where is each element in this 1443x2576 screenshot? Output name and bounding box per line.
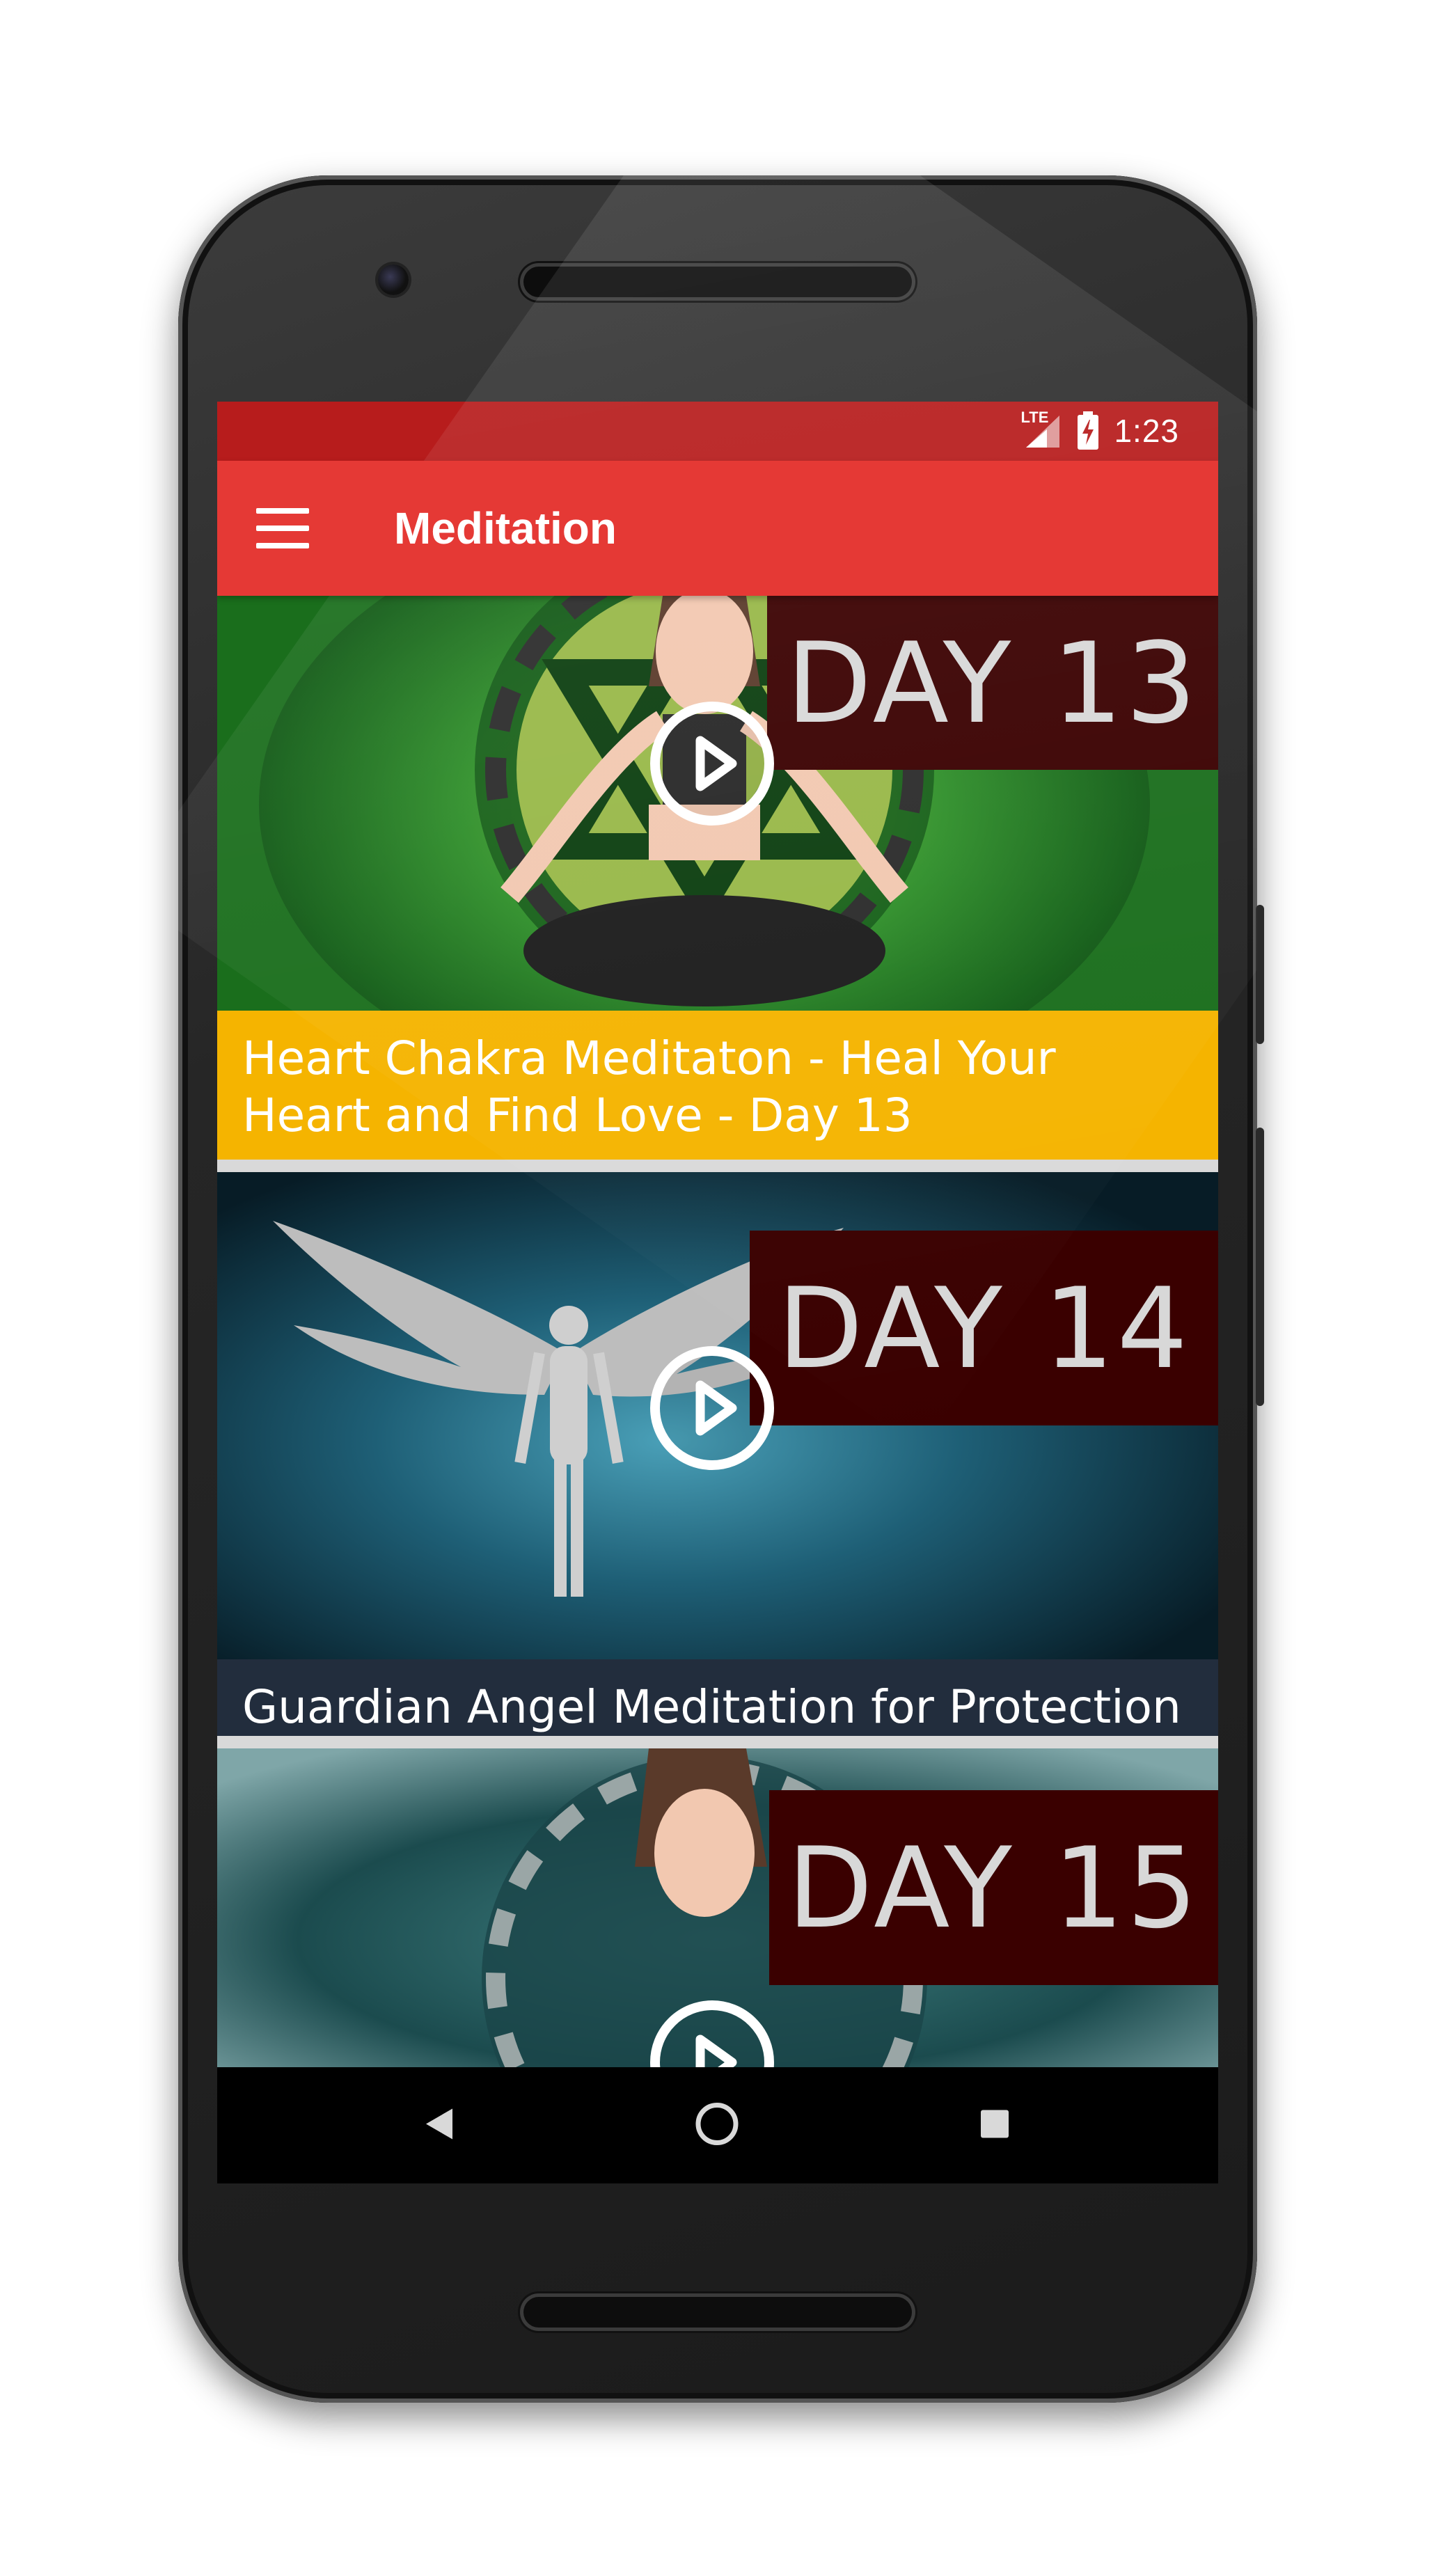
status-bar: LTE 1:23 bbox=[217, 402, 1218, 461]
status-icons: LTE 1:23 bbox=[1020, 409, 1179, 450]
volume-button bbox=[1256, 1128, 1264, 1406]
video-card-day-14[interactable]: DAY 14 Guardian Angel Meditation for Pro… bbox=[217, 1172, 1218, 1736]
video-card-day-13[interactable]: DAY 13 Heart Chakra Meditaton - Heal You… bbox=[217, 596, 1218, 1160]
back-triangle-icon[interactable] bbox=[425, 2107, 455, 2144]
network-label: LTE bbox=[1020, 409, 1049, 426]
page-title: Meditation bbox=[394, 503, 617, 553]
day-badge: DAY 13 bbox=[767, 596, 1218, 770]
front-camera bbox=[378, 264, 409, 295]
app-bar: Meditation bbox=[217, 461, 1218, 596]
screen: LTE 1:23 Meditation DAY 13 Heart Chakra … bbox=[217, 402, 1218, 2183]
video-title: Heart Chakra Meditaton - Heal Your Heart… bbox=[242, 1032, 1056, 1142]
day-badge: DAY 15 bbox=[769, 1790, 1218, 1985]
bottom-speaker bbox=[523, 2297, 912, 2328]
play-icon[interactable] bbox=[650, 1346, 774, 1470]
power-button bbox=[1256, 905, 1264, 1044]
battery-charging-icon bbox=[1076, 411, 1100, 450]
system-nav-bar bbox=[217, 2067, 1218, 2183]
video-thumbnail: DAY 13 bbox=[217, 596, 1218, 1011]
clock: 1:23 bbox=[1114, 413, 1179, 449]
recents-square-icon[interactable] bbox=[979, 2108, 1010, 2142]
video-thumbnail: DAY 15 bbox=[217, 1748, 1218, 2067]
play-icon[interactable] bbox=[650, 2000, 774, 2067]
video-thumbnail: DAY 14 bbox=[217, 1172, 1218, 1659]
day-badge: DAY 14 bbox=[750, 1231, 1218, 1425]
top-speaker bbox=[523, 267, 912, 297]
hamburger-menu-icon[interactable] bbox=[256, 504, 309, 553]
play-icon[interactable] bbox=[650, 702, 774, 825]
lte-signal-icon: LTE bbox=[1020, 409, 1062, 450]
video-title: Guardian Angel Meditation for Protection… bbox=[242, 1680, 1181, 1734]
video-card-day-15[interactable]: DAY 15 bbox=[217, 1748, 1218, 2067]
home-circle-icon[interactable] bbox=[694, 2101, 740, 2150]
